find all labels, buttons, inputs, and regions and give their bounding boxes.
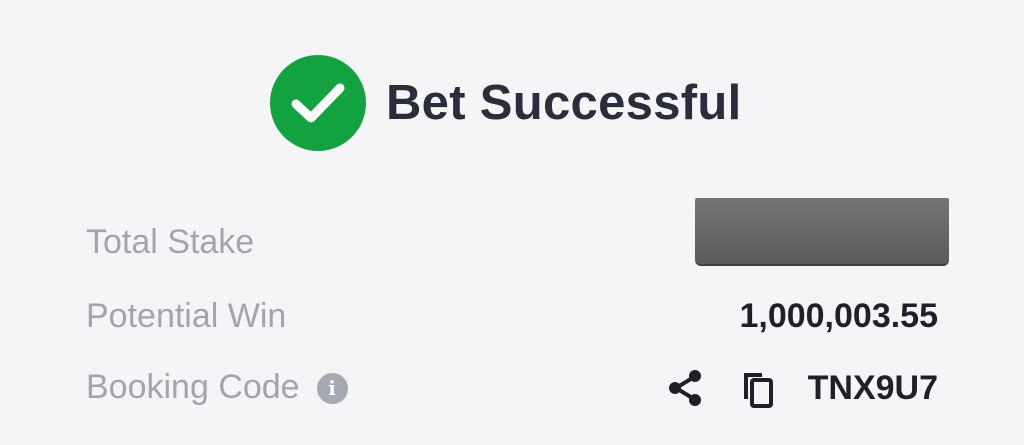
bet-success-screen: Bet Successful Total Stake Potential Win… <box>0 0 1024 445</box>
copy-button[interactable] <box>736 365 778 411</box>
share-button[interactable] <box>664 365 706 411</box>
booking-code-value[interactable]: TNX9U7 <box>808 371 938 405</box>
booking-code-actions: TNX9U7 <box>664 365 938 411</box>
page-title: Bet Successful <box>386 75 742 130</box>
booking-code-label: Booking Code <box>86 368 300 406</box>
check-circle-icon <box>270 55 366 151</box>
total-stake-redacted-value <box>695 198 949 266</box>
booking-code-label-row: Booking Code i <box>86 370 348 404</box>
copy-icon <box>743 373 773 408</box>
potential-win-label: Potential Win <box>86 297 287 335</box>
share-icon <box>668 370 701 406</box>
potential-win-value: 1,000,003.55 <box>739 297 938 335</box>
total-stake-label: Total Stake <box>86 223 255 261</box>
info-icon[interactable]: i <box>316 372 348 404</box>
bet-status-header: Bet Successful <box>270 55 742 151</box>
